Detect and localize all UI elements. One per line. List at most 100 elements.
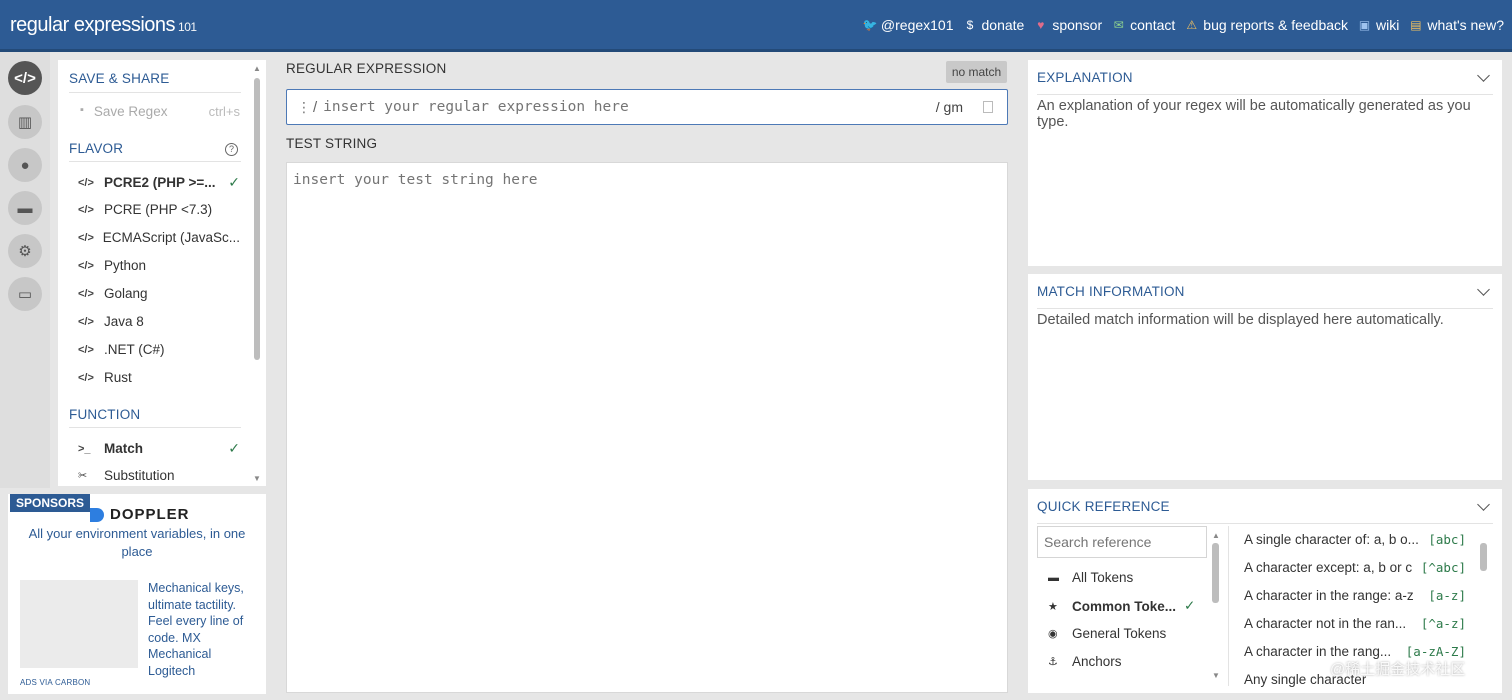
doppler-icon (90, 507, 104, 522)
save-regex-button[interactable]: ▪ Save Regex ctrl+s (80, 104, 240, 119)
test-string-box (286, 162, 1008, 693)
category-common-tokens[interactable]: ★ Common Toke... ✓ (1048, 598, 1198, 614)
nav-contact-label: contact (1130, 17, 1176, 33)
scissors-icon: ✂ (78, 470, 88, 482)
gear-icon[interactable]: ⚙ (8, 234, 42, 268)
match-info-text: Detailed match information will be displ… (1037, 312, 1444, 328)
scroll-down-icon[interactable]: ▼ (1212, 671, 1220, 680)
reference-item[interactable]: A character in the range: a-z [a-z] (1244, 588, 1466, 603)
reference-token: [a-zA-Z] (1405, 644, 1466, 659)
scroll-up-icon[interactable]: ▲ (253, 64, 261, 73)
reference-item[interactable]: A character not in the ran... [^a-z] (1244, 616, 1466, 631)
flavor-label: ECMAScript (JavaSc... (102, 230, 240, 245)
category-all-tokens[interactable]: ▬ All Tokens (1048, 570, 1198, 585)
code-icon: </> (78, 371, 94, 384)
warning-icon: ⚠ (1186, 18, 1198, 32)
divider (69, 161, 241, 162)
flavor-python[interactable]: </> Python (78, 258, 240, 273)
stack-icon: ▬ (1048, 571, 1059, 584)
scroll-up-icon[interactable]: ▲ (1212, 531, 1220, 540)
flavor-java[interactable]: </> Java 8 (78, 314, 240, 329)
nav-whats-new-label: what's new? (1427, 17, 1504, 33)
drag-handle-icon[interactable]: ⋮ (297, 99, 311, 116)
reference-desc: A character in the rang... (1244, 644, 1392, 659)
dollar-icon: $ (966, 18, 974, 32)
reference-desc: A character in the range: a-z (1244, 588, 1414, 603)
save-share-title: SAVE & SHARE (69, 71, 170, 86)
copy-icon[interactable] (983, 101, 993, 113)
reference-search-input[interactable] (1037, 526, 1207, 558)
nav-twitter[interactable]: 🐦 @regex101 (863, 17, 954, 33)
quick-reference-title: QUICK REFERENCE (1037, 499, 1170, 514)
flavor-ecmascript[interactable]: </> ECMAScript (JavaSc... (78, 230, 240, 245)
chevron-down-icon[interactable] (1477, 283, 1490, 296)
terminal-icon: >_ (78, 442, 91, 455)
category-anchors[interactable]: ⚓ Anchors (1048, 654, 1198, 669)
sponsor-tagline[interactable]: All your environment variables, in one p… (22, 525, 252, 561)
divider (1037, 94, 1493, 95)
flavor-pcre[interactable]: </> PCRE (PHP <7.3) (78, 202, 240, 217)
explanation-title: EXPLANATION (1037, 70, 1133, 85)
save-shortcut: ctrl+s (208, 104, 240, 119)
code-icon: </> (78, 259, 94, 272)
category-label: All Tokens (1072, 570, 1134, 585)
match-info-title: MATCH INFORMATION (1037, 284, 1185, 299)
flavor-dotnet[interactable]: </> .NET (C#) (78, 342, 240, 357)
reference-item[interactable]: A character in the rang... [a-zA-Z] (1244, 644, 1466, 659)
function-label: Match (104, 441, 144, 456)
function-match[interactable]: >_ Match ✓ (78, 440, 240, 457)
chat-icon[interactable]: ▭ (8, 277, 42, 311)
logo-text: regular expressions (10, 14, 176, 36)
nav-sponsor[interactable]: ♥ sponsor (1034, 17, 1102, 33)
code-icon[interactable]: </> (8, 61, 42, 95)
site-logo[interactable]: regular expressions 101 (10, 14, 197, 37)
nav-twitter-label: @regex101 (880, 17, 954, 33)
target-icon: ◉ (1048, 628, 1058, 640)
flavor-pcre2[interactable]: </> PCRE2 (PHP >=... ✓ (78, 174, 240, 191)
ad-image[interactable] (20, 580, 138, 668)
gamepad-icon[interactable]: ▬ (8, 191, 42, 225)
divider (1037, 523, 1493, 524)
category-label: Anchors (1072, 654, 1122, 669)
flavor-rust[interactable]: </> Rust (78, 370, 240, 385)
flavor-golang[interactable]: </> Golang (78, 286, 240, 301)
sponsor-box: SPONSORS DOPPLER All your environment va… (8, 494, 266, 694)
reference-token: [abc] (1428, 532, 1466, 547)
regex-open-delimiter: / (313, 98, 318, 116)
reference-token: [a-z] (1428, 588, 1466, 603)
function-label: Substitution (104, 468, 175, 483)
nav-donate[interactable]: $ donate (964, 17, 1025, 33)
settings-scrollbar[interactable] (254, 78, 260, 360)
help-icon[interactable]: ? (225, 143, 238, 156)
nav-whats-new[interactable]: ▤ what's new? (1409, 17, 1504, 33)
reference-item[interactable]: A character except: a, b or c [^abc] (1244, 560, 1466, 575)
regex-flags[interactable]: / gm (936, 99, 963, 115)
function-substitution[interactable]: ✂ Substitution (78, 468, 240, 483)
library-icon[interactable]: ▥ (8, 105, 42, 139)
user-icon[interactable]: ● (8, 148, 42, 182)
nav-bug-reports[interactable]: ⚠ bug reports & feedback (1185, 17, 1348, 33)
check-icon: ✓ (228, 440, 240, 456)
divider (69, 92, 241, 93)
flavor-label: PCRE2 (PHP >=... (104, 175, 216, 190)
nav-wiki[interactable]: ▣ wiki (1358, 17, 1400, 33)
reference-desc: A character not in the ran... (1244, 616, 1407, 631)
test-string-input[interactable] (293, 172, 993, 672)
reference-scrollbar[interactable] (1480, 543, 1487, 571)
scroll-down-icon[interactable]: ▼ (253, 474, 261, 483)
reference-item[interactable]: A single character of: a, b o... [abc] (1244, 532, 1466, 547)
nav-contact[interactable]: ✉ contact (1112, 17, 1176, 33)
chevron-down-icon[interactable] (1477, 69, 1490, 82)
ads-via-carbon[interactable]: ADS VIA CARBON (20, 678, 90, 687)
chevron-down-icon[interactable] (1477, 498, 1490, 511)
flavor-label: Java 8 (104, 314, 144, 329)
divider (1037, 308, 1493, 309)
match-status-badge: no match (946, 61, 1007, 83)
doppler-logo[interactable]: DOPPLER (90, 506, 190, 523)
anchor-icon: ⚓ (1048, 656, 1058, 668)
category-general-tokens[interactable]: ◉ General Tokens (1048, 626, 1198, 641)
regex-input[interactable] (323, 99, 936, 115)
ad-text[interactable]: Mechanical keys, ultimate tactility. Fee… (148, 580, 258, 679)
match-info-panel: MATCH INFORMATION Detailed match informa… (1028, 274, 1502, 480)
category-scrollbar[interactable] (1212, 543, 1219, 603)
